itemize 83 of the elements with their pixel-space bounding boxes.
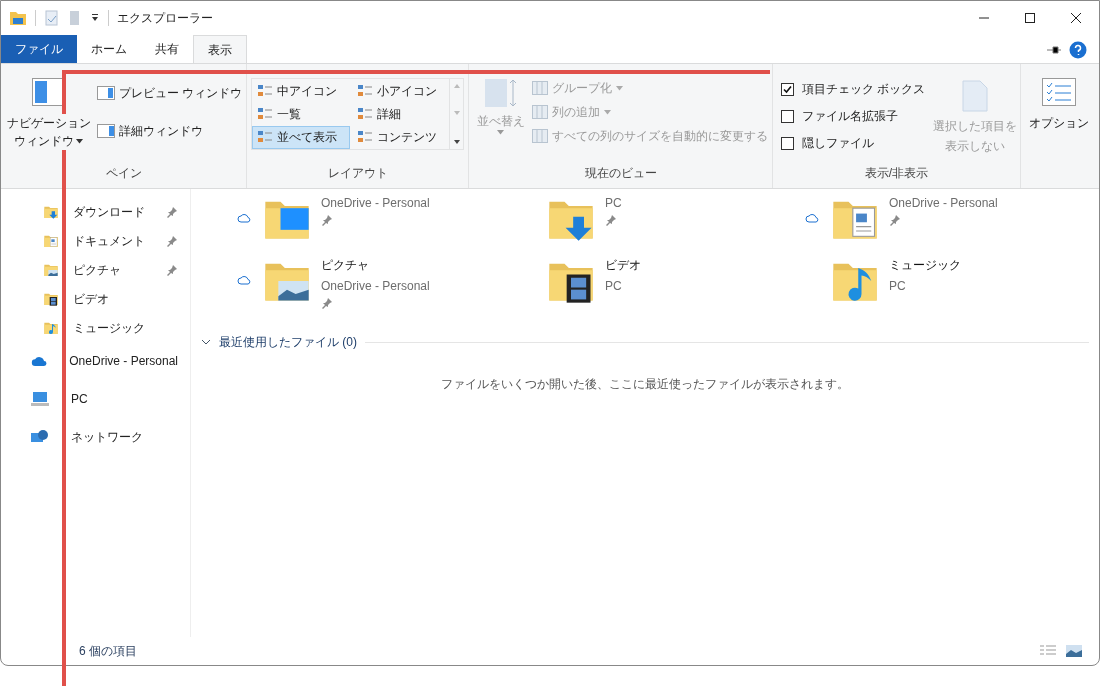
layout-icon (356, 83, 373, 98)
maximize-icon (1025, 13, 1035, 23)
folder-location: PC (605, 278, 623, 295)
caret-icon (497, 130, 504, 135)
cloud-icon (31, 354, 48, 368)
item-count: 6 個の項目 (79, 643, 137, 660)
group-label: レイアウト (326, 165, 389, 182)
pin-ribbon-icon[interactable] (1047, 45, 1061, 55)
columns-icon (532, 105, 548, 119)
ribbon-tab[interactable]: 表示 (193, 35, 247, 63)
layout-icon (257, 106, 273, 121)
ribbon-tab[interactable]: ホーム (77, 35, 141, 63)
folder-tile[interactable]: ビデオ PC (521, 255, 805, 309)
layout-option[interactable]: 小アイコン (351, 79, 450, 102)
folder-tile[interactable]: PC (521, 193, 805, 245)
folder-location: OneDrive - Personal (321, 195, 430, 212)
computer-icon (31, 391, 49, 407)
layout-option[interactable]: コンテンツ (351, 125, 450, 149)
layout-option[interactable]: 詳細 (351, 102, 450, 126)
nav-item[interactable]: ビデオ (1, 284, 190, 313)
folder-tile[interactable]: ミュージック PC (805, 255, 1089, 309)
folder-location: PC (605, 195, 622, 212)
checkbox[interactable] (781, 109, 794, 123)
layout-icon (257, 83, 273, 98)
folder-location: PC (889, 278, 907, 295)
details-pane-button[interactable]: 詳細ウィンドウ (96, 122, 242, 140)
layout-icon (257, 130, 273, 145)
large-icons-view-icon[interactable] (1065, 644, 1083, 658)
options-button[interactable]: オプション (1029, 78, 1089, 132)
layout-icon (356, 130, 373, 145)
nav-item[interactable]: ダウンロード (1, 197, 190, 226)
nav-item[interactable]: ミュージック (1, 313, 190, 342)
help-icon[interactable] (1069, 41, 1087, 59)
section-toggle[interactable]: 最近使用したファイル (0) (201, 333, 357, 351)
nav-item[interactable]: OneDrive - Personal (1, 342, 190, 380)
expand-gallery-icon[interactable] (452, 137, 461, 145)
pane-icon (96, 86, 115, 100)
ribbon-tab[interactable]: ファイル (1, 35, 77, 63)
layout-icon (356, 106, 373, 121)
checkbox-label[interactable]: ファイル名拡張子 (802, 107, 898, 125)
folder-tile[interactable]: OneDrive - Personal (237, 193, 521, 245)
nav-item[interactable]: ドキュメント (1, 226, 190, 255)
group-label: ペイン (104, 165, 143, 182)
pane-icon (96, 124, 115, 138)
chevron-icon (201, 338, 211, 346)
caret-icon (76, 138, 84, 144)
group-label: 表示/非表示 (863, 165, 930, 182)
folder-name: ミュージック (889, 257, 961, 274)
network-icon (31, 429, 49, 445)
checkbox-label[interactable]: 隠しファイル (802, 134, 874, 152)
minimize-icon (979, 17, 989, 19)
folder-name: ピクチャ (321, 257, 370, 274)
nav-item[interactable]: ネットワーク (1, 418, 190, 456)
preview-pane-button[interactable]: プレビュー ウィンドウ (96, 84, 242, 102)
layout-option[interactable]: 中アイコン (252, 79, 350, 102)
check-icon (783, 84, 792, 94)
navigation-pane-button[interactable]: ナビゲーション ウィンドウ (5, 78, 93, 164)
window-title: エクスプローラー (117, 10, 213, 27)
layout-option[interactable]: 並べて表示 (252, 125, 350, 149)
close-icon (1071, 13, 1081, 23)
nav-item[interactable]: PC (1, 380, 190, 418)
folder-name: ビデオ (605, 257, 641, 274)
caret-icon (616, 85, 623, 91)
sort-icon (482, 78, 519, 108)
folder-icon (9, 10, 27, 26)
checkbox-label[interactable]: 項目チェック ボックス (802, 80, 926, 98)
layout-option[interactable]: 一覧 (252, 102, 350, 126)
dropdown-caret-icon[interactable] (90, 14, 100, 22)
folder-location: OneDrive - Personal (321, 278, 430, 295)
columns-icon (532, 129, 548, 143)
folder-tile[interactable]: ピクチャ OneDrive - Personal (237, 255, 521, 309)
checkbox[interactable] (781, 82, 794, 96)
caret-icon (604, 109, 611, 115)
checklist-icon (1042, 78, 1076, 106)
checkbox[interactable] (781, 136, 794, 150)
folder-tile[interactable]: OneDrive - Personal (805, 193, 1089, 245)
columns-icon (532, 81, 548, 95)
folder-location: OneDrive - Personal (889, 195, 998, 212)
document-icon (961, 80, 990, 112)
ribbon-tab[interactable]: 共有 (141, 35, 193, 63)
group-label: 現在のビュー (583, 165, 658, 182)
nav-item[interactable]: ピクチャ (1, 255, 190, 284)
empty-message: ファイルをいくつか開いた後、ここに最近使ったファイルが表示されます。 (441, 376, 849, 393)
